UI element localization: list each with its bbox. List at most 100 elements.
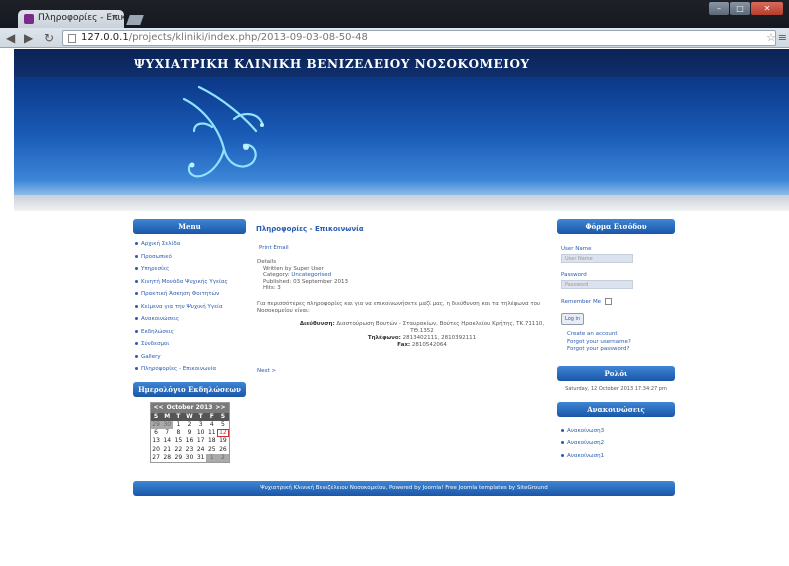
back-arrow-icon[interactable]: ◀ [6,31,15,45]
calendar-day[interactable]: 8 [173,429,184,437]
header-divider [14,195,789,211]
calendar-day[interactable]: 6 [151,429,162,437]
menu-item[interactable]: Ανακοινώσεις [133,313,246,326]
calendar-prev-button[interactable]: << [154,403,164,413]
weekday-label: W [186,412,193,420]
menu-item[interactable]: Σύνδεσμοι [133,338,246,351]
password-input[interactable]: Password [561,280,633,289]
calendar-day[interactable]: 29 [150,420,162,429]
login-form: User Name User Name Password Password Re… [557,246,675,354]
calendar-day[interactable]: 30 [184,454,195,462]
favicon-icon [24,14,34,24]
login-link[interactable]: Forgot your password? [567,346,675,354]
calendar-day[interactable]: 20 [151,446,162,454]
calendar-next-button[interactable]: >> [215,403,225,413]
calendar-day[interactable]: 22 [173,446,184,454]
calendar-day[interactable]: 3 [195,421,206,429]
url-path: /projects/kliniki/index.php/2013-09-03-0… [128,32,368,43]
announcement-item[interactable]: Ανακοίνωση3 [557,425,675,438]
calendar-day[interactable]: 9 [184,429,195,437]
calendar-day[interactable]: 13 [151,437,162,445]
calendar-day[interactable]: 21 [162,446,173,454]
login-button[interactable]: Log in [561,313,585,325]
calendar-day[interactable]: 28 [162,454,173,462]
calendar-day[interactable]: 10 [195,429,206,437]
address-bar[interactable]: 127.0.0.1/projects/kliniki/index.php/201… [62,30,776,46]
login-link[interactable]: Forgot your username? [567,339,675,347]
calendar-day[interactable]: 14 [162,437,173,445]
main-content: Πληροφορίες - Επικοινωνία Print Email De… [253,219,551,374]
username-input[interactable]: User Name [561,254,633,263]
main-menu: Αρχική Σελίδα Προσωπικό Υπηρεσίες Κινητή Μο… [133,238,246,376]
page-margin [0,49,14,566]
maximize-button[interactable]: □ [730,2,750,15]
menu-item[interactable]: Κείμενα για την Ψυχική Υγεία [133,301,246,314]
menu-item[interactable]: Αρχική Σελίδα [133,238,246,251]
calendar-day[interactable]: 1 [206,454,218,463]
minimize-button[interactable]: – [709,2,729,15]
url-host: 127.0.0.1 [81,32,129,43]
menu-item[interactable]: Εκδηλώσεις [133,326,246,339]
category-label: Category: [263,272,290,279]
calendar-day[interactable]: 27 [151,454,162,462]
menu-item[interactable]: Πρακτική Άσκηση Φοιτητών [133,288,246,301]
weekday-label: S [153,412,159,420]
calendar-day[interactable]: 26 [217,446,228,454]
login-link[interactable]: Create an account [567,331,675,339]
bookmark-star-icon[interactable]: ☆ [766,31,776,44]
announcements-heading: Ανακοινώσεις [557,401,675,417]
contact-info: Διεύθυνση: Διαστούρωση Βουτών - Σταυρακί… [253,321,551,349]
category: Category: Uncategorised [257,272,551,279]
weekday-label: M [164,412,171,420]
calendar-day[interactable]: 29 [173,454,184,462]
tab-close-icon[interactable]: × [111,13,119,23]
forward-arrow-icon[interactable]: ▶ [24,31,33,45]
print-email-links[interactable]: Print Email [259,245,551,251]
menu-item[interactable]: Πληροφορίες - Επικοινωνία [133,363,246,376]
calendar-day[interactable]: 2 [184,421,195,429]
calendar-day[interactable]: 16 [184,437,195,445]
menu-item[interactable]: Προσωπικό [133,251,246,264]
login-heading: Φόρμα Εισόδου [557,219,675,234]
menu-item[interactable]: Υπηρεσίες [133,263,246,276]
category-link[interactable]: Uncategorised [291,272,331,278]
calendar-month: October 2013 [166,403,213,411]
new-tab-button[interactable] [126,15,144,25]
calendar-day[interactable]: 24 [195,446,206,454]
calendar-day[interactable]: 30 [161,420,173,429]
remember-me-label: Remember Me [561,298,602,305]
calendar-day[interactable]: 23 [184,446,195,454]
menu-item[interactable]: Gallery [133,351,246,364]
browser-tab[interactable]: Πληροφορίες - Επικοινωνία × [18,10,124,28]
calendar-day[interactable]: 17 [195,437,206,445]
menu-item[interactable]: Κινητή Μονάδα Ψυχικής Υγείας [133,276,246,289]
fax-value: 2810542064 [411,341,447,348]
announcement-item[interactable]: Ανακοίνωση1 [557,450,675,463]
announcement-item[interactable]: Ανακοίνωση2 [557,437,675,450]
calendar-day[interactable]: 25 [206,446,217,454]
fax-line: Fax: 2810542064 [293,342,551,349]
remember-me-checkbox[interactable] [605,298,613,305]
browser-menu-icon[interactable]: ≡ [778,31,787,44]
calendar-day[interactable]: 12 [217,428,229,438]
swirl-ornament-icon [182,85,264,178]
calendar-day[interactable]: 11 [206,429,217,437]
calendar-day[interactable]: 18 [206,437,217,445]
calendar-day[interactable]: 1 [173,421,184,429]
calendar-day[interactable]: 31 [195,454,206,462]
hits-count: Hits: 3 [263,285,281,292]
calendar-day[interactable]: 5 [217,421,228,429]
calendar-day[interactable]: 4 [206,421,217,429]
calendar-day[interactable]: 19 [217,437,228,445]
close-window-button[interactable]: ✕ [751,2,783,15]
calendar-day[interactable]: 15 [173,437,184,445]
phone-value: 2813402111, 2810392111 [402,334,477,341]
page-icon [68,34,76,43]
calendar-day[interactable]: 2 [217,454,229,463]
next-link[interactable]: Next > [257,368,551,374]
reload-icon[interactable]: ↻ [44,31,54,45]
calendar-day[interactable]: 7 [162,429,173,437]
site-titlebar: ΨΥΧΙΑΤΡΙΚΗ ΚΛΙΝΙΚΗ ΒΕΝΙΖΕΛΕΙΟΥ ΝΟΣΟΚΟΜΕΙ… [14,49,789,77]
article-title[interactable]: Πληροφορίες - Επικοινωνία [256,225,551,233]
window-controls: – □ ✕ [709,2,783,15]
